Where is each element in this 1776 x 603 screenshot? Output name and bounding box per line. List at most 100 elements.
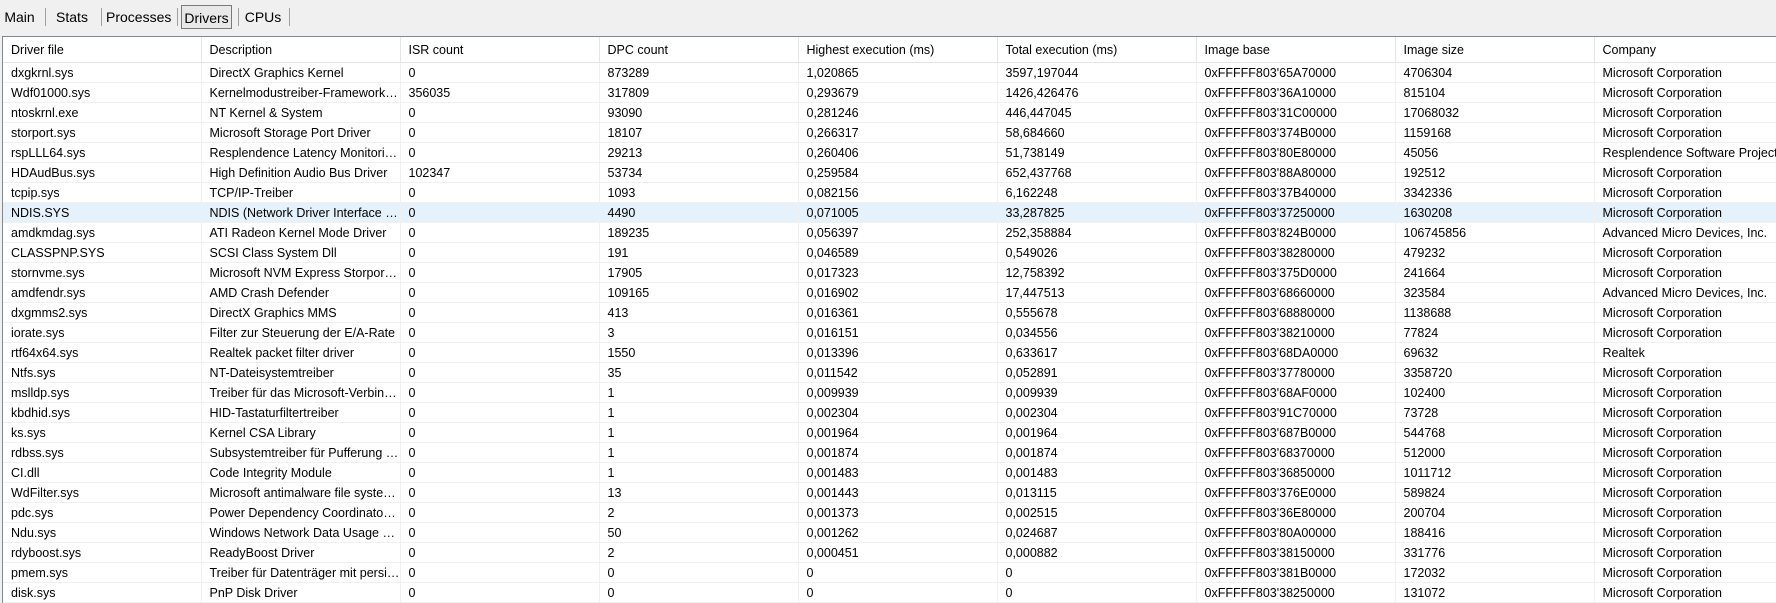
tab-processes[interactable]: Processes: [106, 5, 171, 29]
table-row[interactable]: stornvme.sys Microsoft NVM Express Storpo…: [3, 262, 1776, 283]
table-cell: 29213: [599, 142, 799, 163]
column-header[interactable]: Highest execution (ms): [798, 37, 998, 63]
table-cell: 1630208: [1395, 202, 1595, 223]
table-cell: 1159168: [1395, 122, 1595, 143]
table-cell: 0: [400, 282, 600, 303]
table-row[interactable]: Wdf01000.sys Kernelmodustreiber-Framework…: [3, 82, 1776, 103]
table-row[interactable]: pdc.sysPower Dependency Coordinator Driv…: [3, 502, 1776, 523]
table-cell: 0,001483: [798, 462, 998, 483]
table-cell: 102400: [1395, 382, 1595, 403]
table-cell: Advanced Micro Devices, Inc.: [1594, 282, 1776, 303]
table-cell: 317809: [599, 82, 799, 103]
tab-cpus[interactable]: CPUs: [242, 5, 284, 29]
table-row[interactable]: iorate.sys Filter zur Steuerung der E/A-R…: [3, 322, 1776, 343]
table-cell: 50: [599, 522, 799, 543]
table-row[interactable]: CI.dll Code Integrity Module 0 1 0,001483 0,0…: [3, 462, 1776, 483]
column-header[interactable]: Driver file: [3, 37, 202, 63]
column-header[interactable]: Image size: [1395, 37, 1595, 63]
table-cell: Microsoft Corporation: [1594, 422, 1776, 443]
table-row[interactable]: HDAudBus.sys High Definition Audio Bus Dr…: [3, 162, 1776, 183]
table-cell: Code Integrity Module: [201, 462, 401, 483]
table-row[interactable]: amdkmdag.sys ATI Radeon Kernel Mode Drive…: [3, 222, 1776, 243]
table-cell: 53734: [599, 162, 799, 183]
table-cell: 17,447513: [997, 282, 1197, 303]
table-cell: 13: [599, 482, 799, 503]
table-cell: 0: [400, 442, 600, 463]
column-header[interactable]: ISR count: [400, 37, 600, 63]
table-cell: Realtek: [1594, 342, 1776, 363]
table-cell: Treiber für das Microsoft-Verbindungssch…: [201, 382, 401, 403]
table-cell: Microsoft Corporation: [1594, 122, 1776, 143]
table-cell: 0: [400, 502, 600, 523]
table-cell: 0xFFFFF803'80A00000: [1196, 522, 1396, 543]
table-row[interactable]: rspLLL64.sys Resplendence Latency Monitor…: [3, 142, 1776, 163]
table-cell: 0: [400, 422, 600, 443]
table-cell: 0xFFFFF803'68660000: [1196, 282, 1396, 303]
table-cell: WdFilter.sys: [3, 482, 202, 503]
table-row[interactable]: rdbss.sys Subsystemtreiber für Pufferung …: [3, 442, 1776, 463]
table-row[interactable]: tcpip.sys TCP/IP-Treiber 0 1093 0,082156 6,16…: [3, 182, 1776, 203]
table-row[interactable]: Ntfs.sys NT-Dateisystemtreiber 0 35 0,011542…: [3, 362, 1776, 383]
table-cell: 1550: [599, 342, 799, 363]
table-cell: CLASSPNP.SYS: [3, 242, 202, 263]
drivers-table-container[interactable]: Driver file Description ISR count DPC count…: [2, 36, 1776, 603]
table-cell: ReadyBoost Driver: [201, 542, 401, 563]
table-row[interactable]: dxgkrnl.sys DirectX Graphics Kernel 0 87328…: [3, 62, 1776, 83]
table-cell: 0,013115: [997, 482, 1197, 503]
table-cell: 18107: [599, 122, 799, 143]
table-cell: dxgkrnl.sys: [3, 62, 202, 83]
table-cell: 323584: [1395, 282, 1595, 303]
column-header[interactable]: Description: [201, 37, 401, 63]
table-cell: 0: [798, 582, 998, 603]
table-cell: 0: [599, 562, 799, 583]
column-header[interactable]: Image base: [1196, 37, 1396, 63]
table-cell: 192512: [1395, 162, 1595, 183]
table-row[interactable]: CLASSPNP.SYS SCSI Class System Dll 0 191 0,0…: [3, 242, 1776, 263]
table-row[interactable]: rdyboost.sys ReadyBoost Driver 0 2 0,000451 0…: [3, 542, 1776, 563]
table-cell: Microsoft Corporation: [1594, 582, 1776, 603]
table-row[interactable]: dxgmms2.sys DirectX Graphics MMS 0 413 0,016…: [3, 302, 1776, 323]
column-header[interactable]: Company: [1594, 37, 1776, 63]
table-cell: 58,684660: [997, 122, 1197, 143]
table-cell: 102347: [400, 162, 600, 183]
table-row[interactable]: pmem.sys Treiber für Datenträger mit pers…: [3, 562, 1776, 583]
table-row[interactable]: kbdhid.sys HID-Tastaturfiltertreiber 0 1 0,0…: [3, 402, 1776, 423]
table-row[interactable]: mslldp.sys Treiber für das Microsoft-Verb…: [3, 382, 1776, 403]
table-row[interactable]: disk.sys PnP Disk Driver 0 0 0 0 0xFFFFF803'38…: [3, 582, 1776, 603]
table-cell: Microsoft Corporation: [1594, 102, 1776, 123]
table-cell: 17068032: [1395, 102, 1595, 123]
table-cell: 3: [599, 322, 799, 343]
table-cell: 0: [400, 322, 600, 343]
column-header[interactable]: Total execution (ms): [997, 37, 1197, 63]
table-cell: 0xFFFFF803'38150000: [1196, 542, 1396, 563]
table-cell: 51,738149: [997, 142, 1197, 163]
table-row[interactable]: NDIS.SYS NDIS (Network Driver Interface S…: [3, 202, 1776, 223]
table-cell: 0: [400, 582, 600, 603]
tab-drivers[interactable]: Drivers: [181, 5, 232, 29]
table-cell: 0xFFFFF803'91C70000: [1196, 402, 1396, 423]
table-row[interactable]: storport.sys Microsoft Storage Port Drive…: [3, 122, 1776, 143]
table-cell: 0xFFFFF803'824B0000: [1196, 222, 1396, 243]
table-row[interactable]: ks.sys Kernel CSA Library 0 1 0,001964 0,0019…: [3, 422, 1776, 443]
table-row[interactable]: WdFilter.sys Microsoft antimalware file s…: [3, 482, 1776, 503]
table-cell: Resplendence Latency Monitoring Driver: [201, 142, 401, 163]
table-row[interactable]: ntoskrnl.exe NT Kernel & System 0 93090 0,28…: [3, 102, 1776, 123]
table-cell: 0xFFFFF803'36E80000: [1196, 502, 1396, 523]
tab-stats[interactable]: Stats: [52, 5, 92, 29]
table-cell: 0: [400, 262, 600, 283]
table-cell: iorate.sys: [3, 322, 202, 343]
table-row[interactable]: rtf64x64.sys Realtek packet filter driver…: [3, 342, 1776, 363]
column-header[interactable]: DPC count: [599, 37, 799, 63]
tab-main[interactable]: Main: [2, 5, 37, 29]
table-cell: SCSI Class System Dll: [201, 242, 401, 263]
table-cell: 0,001443: [798, 482, 998, 503]
table-cell: 0xFFFFF803'376E0000: [1196, 482, 1396, 503]
table-cell: 33,287825: [997, 202, 1197, 223]
table-cell: Microsoft Corporation: [1594, 182, 1776, 203]
table-cell: 0,549026: [997, 242, 1197, 263]
table-cell: pmem.sys: [3, 562, 202, 583]
table-cell: 0,052891: [997, 362, 1197, 383]
table-row[interactable]: Ndu.sysWindows Network Data Usage Monito…: [3, 522, 1776, 543]
table-cell: AMD Crash Defender: [201, 282, 401, 303]
table-row[interactable]: amdfendr.sys AMD Crash Defender 0 109165 0,0…: [3, 282, 1776, 303]
